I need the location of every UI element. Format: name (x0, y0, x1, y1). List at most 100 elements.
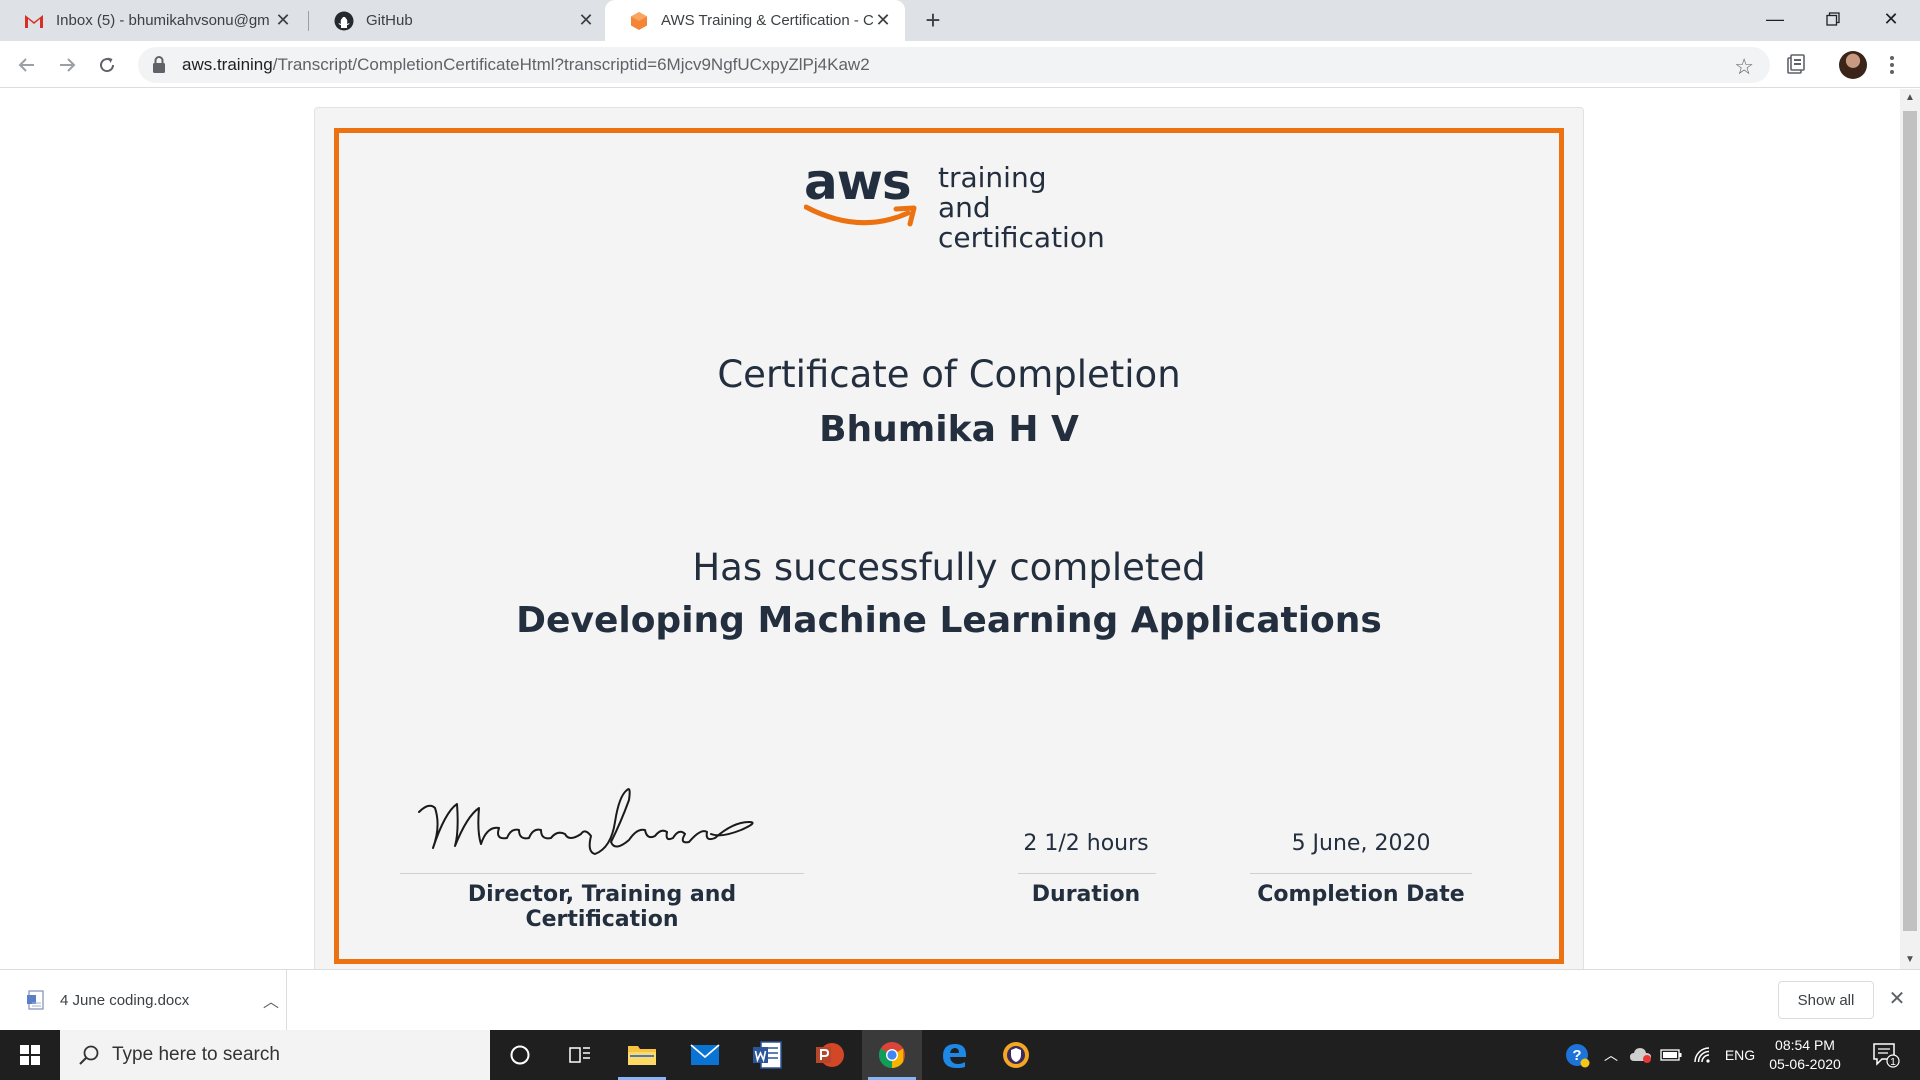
cloud-tray-icon[interactable] (1626, 1030, 1656, 1080)
language-indicator[interactable]: ENG (1720, 1030, 1760, 1080)
windows-taskbar: Type here to search ? ︿ ENG 08:54 PM 05-… (0, 1030, 1920, 1080)
mail-button[interactable] (675, 1030, 735, 1080)
cortana-icon (510, 1045, 530, 1065)
chevron-up-icon[interactable]: ︿ (1598, 1030, 1624, 1080)
notification-icon: 1 (1873, 1043, 1900, 1068)
word-icon (753, 1041, 782, 1069)
start-button[interactable] (0, 1030, 60, 1080)
shield-icon (1003, 1042, 1029, 1068)
battery-icon[interactable] (1656, 1030, 1686, 1080)
tab-github[interactable]: GitHub ✕ (310, 0, 608, 41)
menu-kebab-icon[interactable] (1886, 51, 1898, 79)
certificate-title: Certificate of Completion (717, 353, 1181, 396)
recipient-name: Bhumika H V (819, 409, 1079, 450)
tab-title: Inbox (5) - bhumikahvsonu@gm (56, 12, 270, 29)
vpn-button[interactable] (986, 1030, 1046, 1080)
bookmark-star-icon[interactable]: ☆ (1734, 54, 1754, 80)
close-icon[interactable]: ✕ (873, 10, 893, 31)
download-bar: 4 June coding.docx ︿ Show all ✕ (0, 969, 1920, 1030)
chevron-up-icon[interactable]: ︿ (256, 988, 286, 1012)
logo-line-2: certification (938, 221, 1105, 254)
address-bar[interactable]: aws.training/Transcript/CompletionCertif… (138, 47, 1770, 83)
notification-center-button[interactable]: 1 (1866, 1030, 1906, 1080)
completion-date-value: 5 June, 2020 (1291, 831, 1431, 856)
url-host: aws.training (182, 55, 273, 74)
file-explorer-button[interactable] (612, 1030, 672, 1080)
signature-role: Director, Training and Certification (467, 882, 737, 932)
chrome-icon (878, 1042, 905, 1069)
battery-shape-icon (1660, 1049, 1682, 1061)
wifi-shape-icon (1694, 1047, 1710, 1063)
tab-title: AWS Training & Certification - Ce (661, 12, 873, 29)
scroll-up-icon[interactable]: ▲ (1900, 89, 1920, 107)
task-view-button[interactable] (550, 1030, 610, 1080)
folder-icon (628, 1046, 656, 1065)
gmail-icon (25, 14, 43, 28)
cloud-icon (1630, 1048, 1651, 1063)
restore-icon (1826, 12, 1840, 26)
tab-title: GitHub (366, 12, 413, 29)
browser-toolbar: aws.training/Transcript/CompletionCertif… (0, 41, 1920, 88)
download-item[interactable]: 4 June coding.docx ︿ (0, 970, 287, 1030)
cortana-button[interactable] (490, 1030, 550, 1080)
signature-rule (400, 873, 804, 874)
arrow-right-icon (60, 58, 76, 72)
url-text: aws.training/Transcript/CompletionCertif… (182, 55, 870, 75)
taskbar-search[interactable]: Type here to search (60, 1030, 490, 1080)
chrome-button[interactable] (862, 1030, 922, 1080)
new-tab-button[interactable]: + (918, 6, 948, 36)
aws-training-logo: aws training and certification (804, 153, 1105, 253)
duration-rule (1018, 873, 1156, 874)
mail-icon (690, 1044, 720, 1065)
arrow-left-icon (18, 58, 34, 72)
profile-avatar[interactable] (1839, 51, 1867, 79)
clock-date: 05-06-2020 (1769, 1056, 1841, 1072)
show-all-button[interactable]: Show all (1778, 981, 1874, 1019)
clock-time: 08:54 PM (1775, 1037, 1835, 1053)
search-icon (79, 1045, 99, 1065)
powerpoint-button[interactable] (800, 1030, 860, 1080)
tab-strip: Inbox (5) - bhumikahvsonu@gm ✕ GitHub ✕ … (0, 0, 1920, 41)
minimize-button[interactable]: — (1746, 0, 1804, 38)
course-name: Developing Machine Learning Applications (516, 600, 1382, 641)
task-view-icon (569, 1047, 590, 1063)
close-icon[interactable]: ✕ (576, 10, 596, 31)
close-icon[interactable]: ✕ (1886, 988, 1908, 1010)
back-button[interactable] (12, 50, 42, 80)
page-viewport: aws training and certification Certificat… (0, 89, 1900, 969)
logo-line-1: training and (938, 161, 1047, 224)
url-path: /Transcript/CompletionCertificateHtml?tr… (272, 55, 870, 74)
windows-logo-icon (20, 1045, 40, 1065)
signature-image (418, 788, 754, 855)
reload-button[interactable] (92, 50, 122, 80)
edge-button[interactable] (924, 1030, 984, 1080)
restore-button[interactable] (1804, 0, 1862, 38)
completion-date-label: Completion Date (1257, 882, 1465, 907)
close-icon[interactable]: ✕ (273, 10, 293, 31)
date-rule (1250, 873, 1472, 874)
help-icon: ? (1566, 1044, 1590, 1068)
word-button[interactable] (737, 1030, 797, 1080)
wifi-icon[interactable] (1688, 1030, 1718, 1080)
search-placeholder: Type here to search (112, 1044, 280, 1065)
tab-aws-training[interactable]: AWS Training & Certification - Ce ✕ (605, 0, 905, 41)
logo-subtitle: training and certification (938, 163, 1105, 253)
page-scrollbar[interactable]: ▲ ▼ (1900, 89, 1920, 969)
lock-icon (153, 56, 165, 73)
duration-value: 2 1/2 hours (1023, 831, 1149, 856)
tab-gmail[interactable]: Inbox (5) - bhumikahvsonu@gm ✕ (0, 0, 305, 41)
system-clock[interactable]: 08:54 PM 05-06-2020 (1760, 1036, 1850, 1074)
close-window-button[interactable]: ✕ (1862, 0, 1920, 38)
aws-smile-icon (804, 204, 917, 227)
duration-label: Duration (1031, 882, 1141, 907)
powerpoint-icon (816, 1043, 844, 1067)
download-filename: 4 June coding.docx (60, 991, 190, 1009)
forward-button[interactable] (52, 50, 82, 80)
scrollbar-thumb[interactable] (1903, 111, 1917, 931)
word-document-icon (27, 990, 44, 1010)
scroll-down-icon[interactable]: ▼ (1900, 951, 1920, 969)
svg-text:?: ? (1572, 1047, 1581, 1064)
edge-icon (943, 1044, 966, 1068)
help-tray-icon[interactable]: ? (1560, 1030, 1594, 1080)
extension-icon[interactable] (1786, 53, 1806, 75)
